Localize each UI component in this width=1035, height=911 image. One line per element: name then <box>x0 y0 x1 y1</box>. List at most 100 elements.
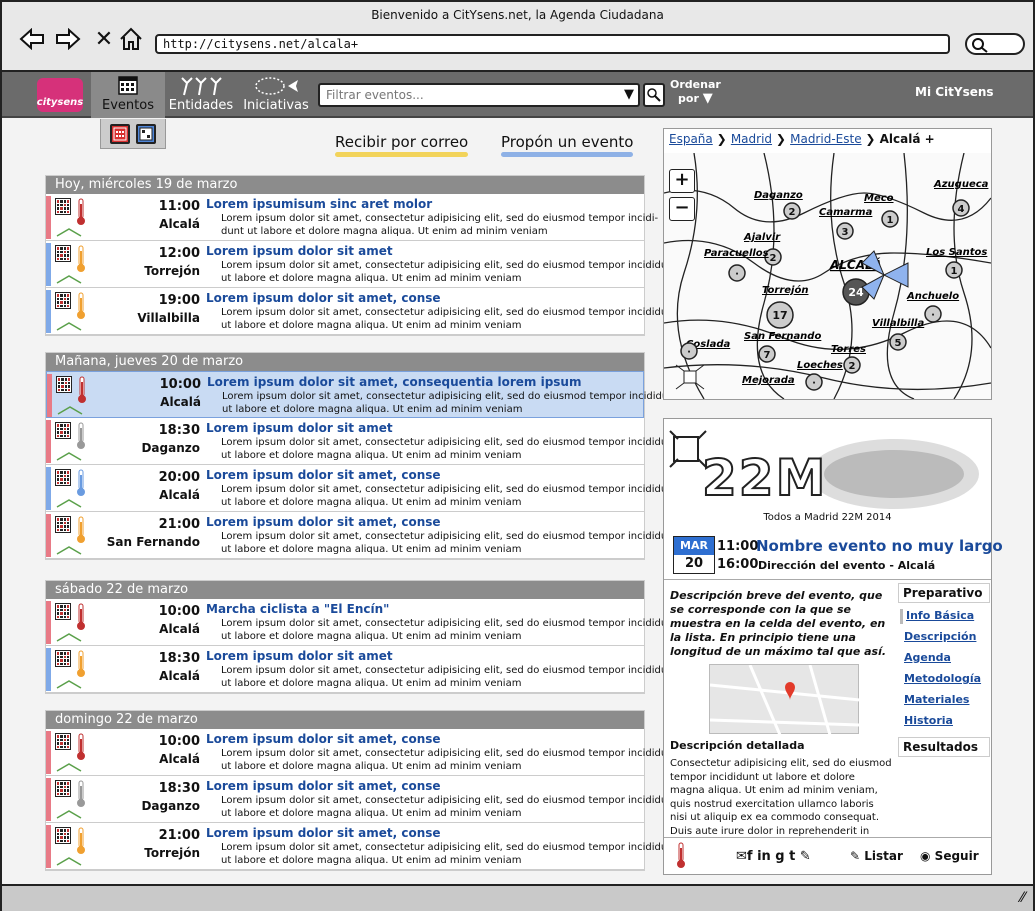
stop-icon[interactable]: ✕ <box>90 26 118 52</box>
region-map[interactable]: Daganzo 2 Meco 1 Azugueca 4 Camarma 3 Ajalvir 2 Pa… <box>663 152 992 400</box>
event-row[interactable]: 11:00 Alcalá Lorem ipsumisum sinc aret m… <box>46 194 658 241</box>
event-row[interactable]: 20:00 Alcalá Lorem ipsum dolor sit amet,… <box>46 465 677 512</box>
tab-iniciativas[interactable]: Iniciativas <box>240 72 312 118</box>
category-color-bar <box>46 467 51 510</box>
link-historia[interactable]: Historia <box>904 714 990 729</box>
expand-chevron-icon[interactable] <box>55 498 83 508</box>
event-title-link[interactable]: Lorem ipsum dolor sit amet, conse <box>206 732 441 746</box>
share-icons[interactable]: ✉f in g t ✎ <box>736 849 811 864</box>
map-place-label[interactable]: Mejorada <box>742 375 795 386</box>
event-row[interactable]: 19:00 Villalbilla Lorem ipsum dolor sit … <box>46 288 677 335</box>
breadcrumb-espana[interactable]: España <box>669 132 713 146</box>
sort-button[interactable]: Ordenar por ▼ <box>670 78 721 106</box>
map-place-label[interactable]: Anchuelo <box>906 291 959 302</box>
list-button[interactable]: ✎ Listar <box>850 849 903 863</box>
dropdown-arrow-icon[interactable]: ▼ <box>624 87 634 102</box>
expand-chevron-icon[interactable] <box>55 274 83 284</box>
tab-entidades-label: Entidades <box>168 98 234 113</box>
back-icon[interactable] <box>18 26 46 52</box>
map-place-label[interactable]: Los Santos <box>926 247 987 258</box>
event-row[interactable]: 21:00 San Fernando Lorem ipsum dolor sit… <box>46 512 677 559</box>
expand-chevron-icon[interactable] <box>55 227 83 237</box>
event-row[interactable]: 10:00 Alcalá Lorem ipsum dolor sit amet,… <box>46 371 678 418</box>
breadcrumb-madrid-este[interactable]: Madrid-Este <box>790 132 861 146</box>
event-row[interactable]: 21:00 Torrejón Lorem ipsum dolor sit ame… <box>46 823 677 870</box>
list-view-icon[interactable] <box>136 123 156 144</box>
expand-chevron-icon[interactable] <box>55 632 83 642</box>
event-time: 12:00 <box>158 246 200 261</box>
expand-chevron-icon[interactable] <box>56 405 84 415</box>
event-title-link[interactable]: Lorem ipsum dolor sit amet, conse <box>206 515 441 529</box>
tab-eventos[interactable]: Eventos <box>91 72 165 118</box>
event-title-link[interactable]: Lorem ipsum dolor sit amet, conse <box>206 468 441 482</box>
map-place-label[interactable]: Paracuellos <box>704 248 769 259</box>
event-title-link[interactable]: Lorem ipsum dolor sit amet <box>206 244 393 258</box>
event-row[interactable]: 10:00 Alcalá Lorem ipsum dolor sit amet,… <box>46 729 677 776</box>
breadcrumb-madrid[interactable]: Madrid <box>731 132 772 146</box>
map-place-label[interactable]: Torrejón <box>762 284 808 296</box>
location-minimap[interactable] <box>709 664 861 736</box>
expand-chevron-icon[interactable] <box>55 451 83 461</box>
chevron-right-icon: ❯ <box>716 132 731 146</box>
event-title-link[interactable]: Lorem ipsumisum sinc aret molor <box>206 197 432 211</box>
map-expand-icon[interactable] <box>675 364 705 390</box>
expand-chevron-icon[interactable] <box>55 809 83 819</box>
map-place-label[interactable]: Azugueca <box>933 179 989 190</box>
map-place-label[interactable]: Villalbilla <box>872 318 924 329</box>
event-title-link[interactable]: Lorem ipsum dolor sit amet, consequentia… <box>207 375 581 389</box>
zoom-in-button[interactable]: + <box>669 169 695 193</box>
link-info-basica[interactable]: Info Básica <box>900 609 990 624</box>
follow-button[interactable]: ◉ Seguir <box>920 849 979 863</box>
fullscreen-icon[interactable] <box>669 430 707 468</box>
event-row[interactable]: 18:30 Daganzo Lorem ipsum dolor sit amet… <box>46 418 677 465</box>
expand-chevron-icon[interactable] <box>55 856 83 866</box>
map-place-label[interactable]: Meco <box>864 193 894 204</box>
link-agenda[interactable]: Agenda <box>904 651 990 666</box>
event-title-link[interactable]: Lorem ipsum dolor sit amet, conse <box>206 779 441 793</box>
map-place-label[interactable]: Ajalvir <box>743 232 781 243</box>
map-place-label[interactable]: Torres <box>831 344 866 355</box>
event-row[interactable]: 18:30 Daganzo Lorem ipsum dolor sit amet… <box>46 776 677 823</box>
expand-chevron-icon[interactable] <box>55 321 83 331</box>
citysens-logo[interactable]: citysens <box>37 78 83 112</box>
day-section: domingo 22 de marzo 10:00 Alcalá Lorem i… <box>45 710 677 871</box>
map-place-label[interactable]: Daganzo <box>754 190 803 201</box>
forward-icon[interactable] <box>54 26 82 52</box>
email-subscribe-link[interactable]: Recibir por correo <box>335 133 469 157</box>
event-title-link[interactable]: Lorem ipsum dolor sit amet <box>206 649 393 663</box>
zoom-out-button[interactable]: − <box>669 197 695 221</box>
resize-grip-icon[interactable]: ⁄⁄ <box>1020 890 1025 906</box>
expand-chevron-icon[interactable] <box>55 679 83 689</box>
event-title-link[interactable]: Lorem ipsum dolor sit amet <box>206 421 393 435</box>
filter-events-input[interactable]: Filtrar eventos... ▼ <box>318 83 640 107</box>
address-bar[interactable]: http://citysens.net/alcala+ <box>155 34 950 54</box>
browser-search-field[interactable] <box>965 33 1025 55</box>
eye-icon: ◉ <box>920 849 931 863</box>
link-descripcion[interactable]: Descripción <box>904 630 990 645</box>
event-row[interactable]: 10:00 Alcalá Marcha ciclista a "El Encín… <box>46 599 677 646</box>
home-icon[interactable] <box>117 26 145 52</box>
event-name[interactable]: Nombre evento no muy largo <box>756 537 1003 555</box>
tab-entidades[interactable]: Entidades <box>166 72 236 118</box>
tab-resultados[interactable]: Resultados <box>898 737 990 757</box>
link-metodologia[interactable]: Metodología <box>904 672 990 687</box>
expand-chevron-icon[interactable] <box>55 762 83 772</box>
filter-search-button[interactable] <box>643 83 665 107</box>
calendar-view-icon[interactable] <box>110 123 130 144</box>
link-materiales[interactable]: Materiales <box>904 693 990 708</box>
event-row[interactable]: 18:30 Alcalá Lorem ipsum dolor sit amet … <box>46 646 677 693</box>
map-place-label[interactable]: Camarma <box>819 207 873 218</box>
map-place-label[interactable]: Loeches <box>797 360 843 371</box>
tab-preparativo[interactable]: Preparativo <box>898 583 990 603</box>
event-title-link[interactable]: Marcha ciclista a "El Encín" <box>206 602 389 616</box>
event-title-link[interactable]: Lorem ipsum dolor sit amet, conse <box>206 291 441 305</box>
expand-chevron-icon[interactable] <box>55 545 83 555</box>
event-description: Lorem ipsum dolor sit amet, consectetur … <box>221 618 678 642</box>
event-row[interactable]: 12:00 Torrejón Lorem ipsum dolor sit ame… <box>46 241 677 288</box>
my-citysens-link[interactable]: Mi CitYsens <box>915 85 994 99</box>
event-title-link[interactable]: Lorem ipsum dolor sit amet, conse <box>206 826 441 840</box>
event-place: Daganzo <box>141 441 200 455</box>
map-event-count: 17 <box>772 309 787 322</box>
propose-event-link[interactable]: Propón un evento <box>501 133 634 157</box>
map-place-label[interactable]: San Fernando <box>744 331 821 342</box>
